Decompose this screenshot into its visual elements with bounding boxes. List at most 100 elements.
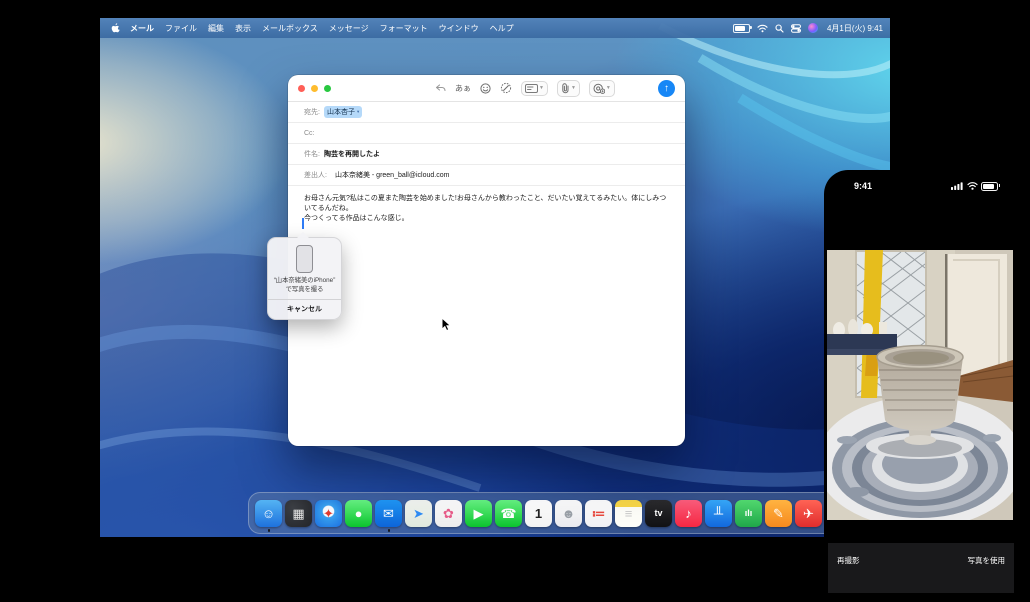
token-chevron-icon: ▾	[357, 109, 359, 115]
phone-icon: ☎	[500, 507, 516, 520]
dock-item-maps[interactable]: ➤	[405, 500, 432, 527]
photo-action-bar: 再撮影 写真を使用	[828, 543, 1014, 593]
insert-photo-button[interactable]: ▼	[589, 80, 615, 97]
dock-item-safari[interactable]: ✦	[315, 500, 342, 527]
from-label: 差出人:	[304, 170, 327, 180]
send-button[interactable]: ↑	[658, 80, 675, 97]
pages-icon: ✎	[773, 507, 784, 520]
maps-icon: ➤	[413, 507, 424, 520]
menubar-menu[interactable]: ヘルプ	[490, 23, 514, 34]
menu-app-name[interactable]: メール	[130, 23, 154, 34]
format-button[interactable]: あぁ	[455, 83, 471, 94]
facetime-icon: ▶	[474, 507, 484, 520]
iphone-time: 9:41	[854, 181, 872, 191]
rocket-app-icon: ✈	[803, 507, 814, 520]
apple-menu-icon[interactable]	[111, 23, 120, 33]
wifi-icon	[967, 177, 978, 195]
iphone-screen: 9:41	[824, 170, 1020, 602]
dock-item-numbers[interactable]: ılı	[735, 500, 762, 527]
close-window-button[interactable]	[298, 85, 305, 92]
to-field[interactable]: 宛先: 山本杏子 ▾	[288, 102, 685, 123]
dock-item-mail[interactable]: ✉	[375, 500, 402, 527]
emoji-button[interactable]	[480, 83, 491, 94]
chevron-down-icon: ▼	[539, 85, 544, 91]
popover-arrow	[297, 232, 309, 238]
dock-item-photos[interactable]: ✿	[435, 500, 462, 527]
dock-item-calendar[interactable]: 1	[525, 500, 552, 527]
zoom-window-button[interactable]	[324, 85, 331, 92]
from-field[interactable]: 差出人: 山本奈緒美 - green_ball@icloud.com	[288, 165, 685, 186]
chevron-down-icon: ▼	[606, 85, 611, 91]
dock-item-contacts[interactable]: ☻	[555, 500, 582, 527]
menubar-menu[interactable]: メールボックス	[262, 23, 318, 34]
subject-value: 陶芸を再開したよ	[324, 149, 380, 159]
dock-item-launchpad[interactable]: ▦	[285, 500, 312, 527]
dock-item-notes[interactable]: ≡	[615, 500, 642, 527]
dock-item-phone[interactable]: ☎	[495, 500, 522, 527]
wifi-icon[interactable]	[757, 24, 768, 33]
captured-photo-preview	[827, 250, 1013, 520]
body-line-2: 今つくってる作品はこんな感じ。	[304, 214, 669, 224]
battery-icon	[981, 182, 998, 191]
subject-label: 件名:	[304, 149, 320, 159]
retake-button[interactable]: 再撮影	[837, 555, 860, 566]
undo-button[interactable]	[435, 84, 446, 93]
dock-item-reminders[interactable]: ≔	[585, 500, 612, 527]
popover-device-line: “山本奈緒美のiPhone”	[271, 277, 338, 286]
recipient-token[interactable]: 山本杏子 ▾	[324, 106, 362, 118]
notes-icon: ≡	[625, 507, 633, 520]
menubar-menu[interactable]: 表示	[235, 23, 251, 34]
dock-item-music[interactable]: ♪	[675, 500, 702, 527]
battery-icon[interactable]	[733, 24, 750, 33]
use-photo-button[interactable]: 写真を使用	[968, 555, 1006, 566]
dock-item-rocket-app[interactable]: ✈	[795, 500, 822, 527]
subject-field[interactable]: 件名: 陶芸を再開したよ	[288, 144, 685, 165]
cancel-button[interactable]: キャンセル	[268, 300, 341, 319]
menubar-menu[interactable]: ファイル	[165, 23, 197, 34]
music-icon: ♪	[685, 507, 692, 520]
contacts-icon: ☻	[562, 507, 576, 520]
mouse-pointer	[441, 317, 453, 338]
calendar-icon: 1	[535, 507, 542, 520]
dock-item-finder[interactable]: ☺	[255, 500, 282, 527]
dock-item-pages[interactable]: ✎	[765, 500, 792, 527]
dock: ☺▦✦●✉➤✿▶☎1☻≔≡tv♪╨ılı✎✈A▯⚙↓▯	[248, 492, 890, 534]
popover-action-line: で写真を撮る	[271, 286, 338, 295]
control-center-icon[interactable]	[791, 24, 801, 33]
finder-icon: ☺	[262, 507, 275, 520]
mac-desktop: メール ファイル編集表示メールボックスメッセージフォーマットウインドウヘルプ 4…	[100, 18, 890, 537]
continuity-camera-popover: “山本奈緒美のiPhone” で写真を撮る キャンセル	[267, 237, 342, 320]
safari-icon: ✦	[323, 507, 334, 520]
spotlight-icon[interactable]	[775, 24, 784, 33]
dock-item-messages[interactable]: ●	[345, 500, 372, 527]
cc-label: Cc:	[304, 130, 315, 137]
menu-clock[interactable]: 4月1日(火) 9:41	[827, 23, 883, 34]
to-label: 宛先:	[304, 107, 320, 117]
header-fields-button[interactable]: ▼	[521, 81, 548, 96]
dock-item-tv[interactable]: tv	[645, 500, 672, 527]
messages-icon: ●	[355, 507, 363, 520]
body-line-1: お母さん元気?私はこの夏また陶芸を始めました!お母さんから教わったこと、だいたい…	[304, 194, 669, 214]
dock-item-facetime[interactable]: ▶	[465, 500, 492, 527]
reminders-icon: ≔	[592, 507, 606, 520]
from-value: 山本奈緒美 - green_ball@icloud.com	[335, 170, 449, 180]
menubar-menu[interactable]: フォーマット	[380, 23, 428, 34]
chevron-down-icon: ▼	[571, 85, 576, 91]
attach-button[interactable]: ▼	[557, 80, 580, 97]
minimize-window-button[interactable]	[311, 85, 318, 92]
dock-item-keynote[interactable]: ╨	[705, 500, 732, 527]
menubar-menu[interactable]: メッセージ	[329, 23, 369, 34]
cc-field[interactable]: Cc:	[288, 123, 685, 144]
menubar-menu[interactable]: ウインドウ	[439, 23, 479, 34]
menubar-menu[interactable]: 編集	[208, 23, 224, 34]
cellular-signal-icon	[951, 177, 964, 195]
text-insertion-caret	[302, 218, 304, 229]
compose-toolbar: あぁ ▼ ▼	[288, 75, 685, 102]
stamp-button[interactable]	[500, 82, 512, 94]
numbers-icon: ılı	[745, 509, 753, 518]
screenshot-canvas: メール ファイル編集表示メールボックスメッセージフォーマットウインドウヘルプ 4…	[0, 0, 1030, 602]
siri-icon[interactable]	[808, 23, 818, 33]
iphone-status-bar: 9:41	[824, 179, 1020, 193]
tv-icon: tv	[654, 509, 662, 518]
message-body[interactable]: お母さん元気?私はこの夏また陶芸を始めました!お母さんから教わったこと、だいたい…	[288, 186, 685, 223]
